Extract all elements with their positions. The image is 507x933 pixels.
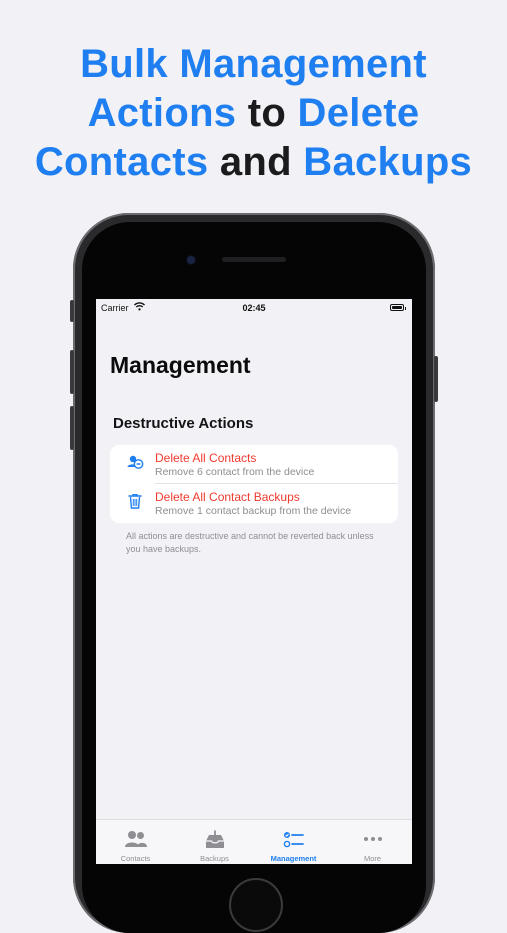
row-title: Delete All Contact Backups xyxy=(155,490,300,504)
tab-label: Contacts xyxy=(120,854,151,863)
status-time: 02:45 xyxy=(242,303,266,313)
row-subtitle: Remove 6 contact from the device xyxy=(155,466,315,478)
headline-text: Backups xyxy=(303,140,473,184)
headline-text: to xyxy=(236,91,298,135)
tab-label: Backups xyxy=(200,854,229,863)
status-bar: Carrier 02:45 xyxy=(96,299,412,317)
tab-contacts[interactable]: Contacts xyxy=(96,820,175,864)
tab-management[interactable]: Management xyxy=(254,820,333,864)
section-header: Destructive Actions xyxy=(113,415,254,432)
marketing-headline: Bulk Management Actions to Delete Contac… xyxy=(0,40,507,187)
headline-text: Actions xyxy=(87,91,237,135)
home-button[interactable] xyxy=(229,878,283,932)
mute-switch xyxy=(70,300,74,322)
section-footer-note: All actions are destructive and cannot b… xyxy=(126,531,374,554)
tab-label: Management xyxy=(270,854,317,863)
earpiece-speaker xyxy=(222,257,286,262)
volume-down-button xyxy=(70,406,74,450)
page-title: Management xyxy=(110,352,251,378)
front-camera xyxy=(187,256,195,264)
headline-text: Bulk Management xyxy=(80,42,427,86)
delete-all-backups-row[interactable]: Delete All Contact Backups Remove 1 cont… xyxy=(110,484,398,523)
power-button xyxy=(434,356,438,402)
headline-text: Delete xyxy=(297,91,420,135)
contacts-icon xyxy=(124,831,147,847)
management-icon xyxy=(283,832,304,848)
tab-bar: Contacts Backups Management More xyxy=(96,819,412,864)
tab-label: More xyxy=(363,854,382,863)
row-title: Delete All Contacts xyxy=(155,451,257,465)
delete-contacts-icon xyxy=(127,455,144,469)
trash-icon xyxy=(128,493,142,509)
backups-icon xyxy=(205,830,224,848)
row-subtitle: Remove 1 contact backup from the device xyxy=(155,505,352,517)
headline-text: and xyxy=(208,140,304,184)
headline-line-1: Bulk Management xyxy=(0,40,507,89)
headline-line-3: Contacts and Backups xyxy=(0,138,507,187)
headline-line-2: Actions to Delete xyxy=(0,89,507,138)
tab-backups[interactable]: Backups xyxy=(175,820,254,864)
actions-card: Delete All Contacts Remove 6 contact fro… xyxy=(110,445,398,523)
app-screen: Carrier 02:45 Management Destructive Act… xyxy=(96,299,412,864)
headline-text: Contacts xyxy=(34,140,209,184)
volume-up-button xyxy=(70,350,74,394)
battery-icon xyxy=(390,304,406,311)
delete-all-contacts-row[interactable]: Delete All Contacts Remove 6 contact fro… xyxy=(110,445,398,484)
tab-more[interactable]: More xyxy=(333,820,412,864)
more-icon xyxy=(363,837,382,841)
